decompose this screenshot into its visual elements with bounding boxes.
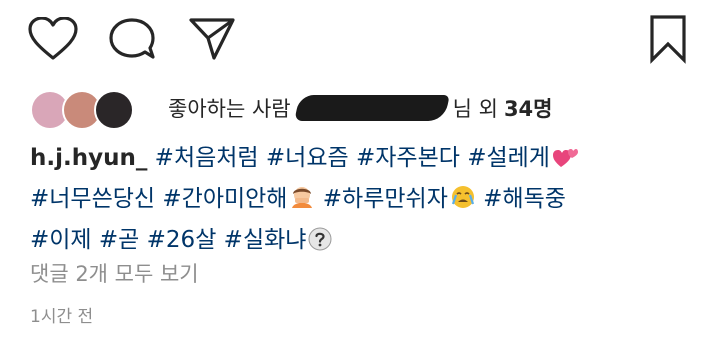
caption-line: #너무쓴당신 #간아미안해 #하루만쉬자 #해독중 [30,181,690,222]
hashtag-link[interactable]: #자주본다 [356,145,460,171]
paper-plane-icon [189,18,235,60]
likes-count[interactable]: 34명 [504,93,553,123]
like-button[interactable] [28,17,78,61]
redaction-mark [293,95,450,121]
likes-text: 좋아하는 사람 님 외 34명 [168,93,552,123]
two-hearts-emoji-icon [552,144,578,181]
caption-line: h.j.hyun_ #처음처럼 #너요즘 #자주본다 #설레게 [30,140,690,181]
post-timestamp: 1시간 전 [30,307,94,327]
share-button[interactable] [188,16,236,62]
hashtag-link[interactable]: #26살 [147,227,217,253]
hashtag-link[interactable]: #너요즘 [266,145,349,171]
question-mark-emoji-icon [308,226,332,263]
likes-row[interactable]: 좋아하는 사람 님 외 34명 [30,88,552,130]
hashtag-link[interactable]: #이제 [30,227,92,253]
username-link[interactable]: h.j.hyun_ [30,145,147,171]
hashtag-link[interactable]: #곧 [99,227,139,253]
caption-line: #이제 #곧 #26살 #실화냐 [30,222,690,263]
hashtag-link[interactable]: #처음처럼 [155,145,259,171]
hashtag-link[interactable]: #간아미안해 [162,186,287,212]
comment-button[interactable] [108,17,156,61]
hashtag-link[interactable]: #하루만쉬자 [323,186,448,212]
person-facepalm-emoji-icon [289,184,315,222]
crying-face-emoji-icon [450,184,476,222]
post-caption: h.j.hyun_ #처음처럼 #너요즘 #자주본다 #설레게 #너무쓴당신 #… [30,140,690,263]
hashtag-link[interactable]: #설레게 [467,145,550,171]
bookmark-icon [650,15,686,64]
liker-avatars [30,88,134,130]
hashtag-link[interactable]: #실화냐 [224,227,307,253]
heart-outline-icon [28,17,78,60]
hashtag-link[interactable]: #해독중 [483,186,566,212]
avatar [94,90,134,130]
save-button[interactable] [648,14,688,64]
speech-bubble-icon [109,18,155,59]
view-comments-link[interactable]: 댓글 2개 모두 보기 [30,258,199,288]
likes-suffix: 님 외 [452,97,498,121]
hashtag-link[interactable]: #너무쓴당신 [30,186,155,212]
likes-prefix: 좋아하는 사람 [168,97,291,121]
